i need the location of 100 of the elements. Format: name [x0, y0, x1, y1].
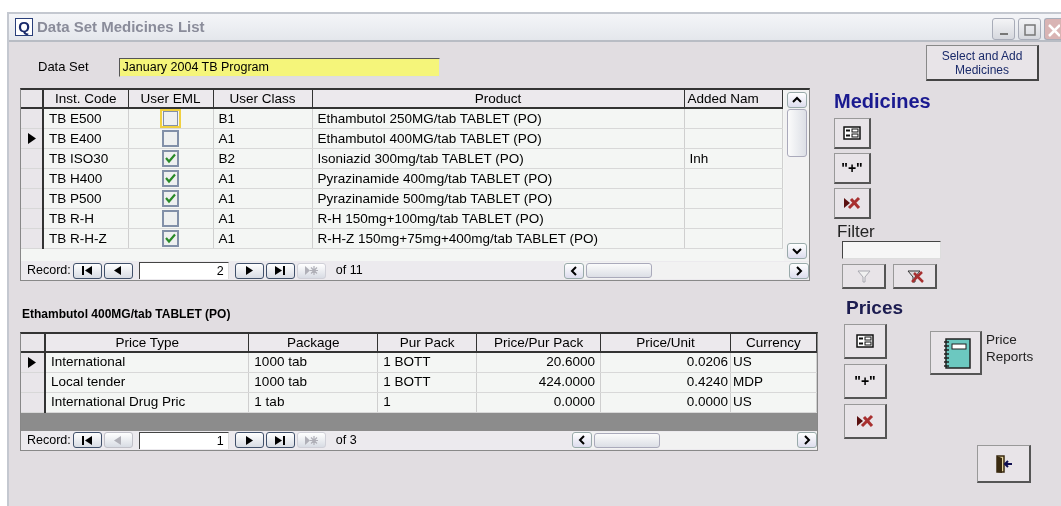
- section-heading: Ethambutol 400MG/tab TABLET (PO): [22, 306, 232, 323]
- select-all-cell[interactable]: [21, 90, 43, 108]
- column-header[interactable]: Package: [248, 334, 378, 352]
- nav-button[interactable]: [103, 262, 133, 279]
- add-record-button[interactable]: "+": [834, 153, 871, 184]
- checkbox[interactable]: [162, 190, 179, 207]
- row-selector[interactable]: [21, 128, 43, 149]
- table-cell: 1000 tab: [248, 352, 378, 372]
- nav-button[interactable]: [234, 262, 264, 279]
- first-record-icon: [79, 433, 95, 447]
- row-selector[interactable]: [21, 352, 45, 372]
- row-selector[interactable]: [21, 392, 45, 412]
- row-selector[interactable]: [21, 372, 45, 392]
- column-header[interactable]: Pur Pack: [377, 334, 477, 352]
- field-label: Data Set: [38, 58, 89, 77]
- record-number-field[interactable]: 2: [138, 262, 229, 279]
- record-label: Record:: [27, 431, 71, 449]
- column-header[interactable]: Currency: [730, 334, 817, 352]
- filter-field[interactable]: [842, 241, 941, 259]
- column-header[interactable]: Price/Unit: [600, 334, 731, 352]
- column-header[interactable]: Price/Pur Pack: [476, 334, 601, 352]
- table-cell: 0.0000: [476, 392, 601, 412]
- nav-button[interactable]: [72, 432, 102, 448]
- nav-button[interactable]: [265, 432, 295, 448]
- table-cell: 0.0000: [600, 392, 731, 412]
- add-record-button[interactable]: "+": [844, 364, 887, 399]
- scroll-right-button[interactable]: [789, 262, 809, 279]
- checkbox[interactable]: [162, 170, 179, 187]
- checkbox[interactable]: [162, 150, 179, 167]
- table-cell: TB P500: [43, 188, 128, 209]
- form-icon: [843, 126, 861, 140]
- checkbox[interactable]: [162, 230, 179, 247]
- select-add-button[interactable]: Select and Add Medicines: [926, 45, 1039, 81]
- record-number-field[interactable]: 1: [138, 431, 229, 449]
- form-view-button[interactable]: [844, 324, 887, 359]
- row-selector[interactable]: [21, 188, 43, 209]
- row-selector[interactable]: [21, 208, 43, 229]
- checkbox[interactable]: [162, 210, 179, 227]
- delete-button[interactable]: [844, 404, 887, 439]
- form-view-button[interactable]: [834, 118, 871, 149]
- row-selector[interactable]: [21, 168, 43, 189]
- table-cell: TB E400: [43, 128, 128, 149]
- delete-record-icon: [856, 414, 874, 428]
- horizontal-scrollbar[interactable]: [564, 262, 809, 279]
- row-selector[interactable]: [21, 228, 43, 249]
- app-icon: Q: [15, 18, 33, 36]
- chevron-left-icon: [570, 265, 578, 276]
- scroll-down-button[interactable]: [786, 243, 807, 259]
- exit-icon: [993, 453, 1014, 474]
- reports-button[interactable]: [930, 331, 982, 375]
- delete-record-icon: [843, 196, 861, 210]
- table-cell: B2: [213, 148, 312, 169]
- scroll-thumb[interactable]: [786, 109, 807, 157]
- remove-filter-button[interactable]: [893, 264, 937, 289]
- column-header[interactable]: Added Nam: [684, 90, 782, 108]
- minimize-button[interactable]: [992, 18, 1015, 40]
- table-cell: Pyrazinamide 400mg/tab TABLET (PO): [312, 168, 684, 189]
- filter-icon: [855, 268, 872, 284]
- field-label: Filter: [837, 223, 876, 241]
- table-cell: 1: [377, 392, 477, 412]
- vertical-scrollbar[interactable]: [784, 90, 809, 261]
- select-all-cell[interactable]: [21, 334, 45, 352]
- first-record-icon: [79, 264, 95, 277]
- table-cell: R-H-Z 150mg+75mg+400mg/tab TABLET (PO): [312, 228, 684, 249]
- chevron-right-icon: [795, 265, 803, 276]
- scroll-up-button[interactable]: [786, 92, 807, 108]
- exit-button[interactable]: [977, 445, 1031, 483]
- row-selector[interactable]: [21, 108, 43, 129]
- column-header[interactable]: Price Type: [44, 334, 249, 352]
- scroll-thumb[interactable]: [586, 263, 652, 278]
- column-header[interactable]: User EML: [128, 90, 213, 108]
- table-cell: International Drug Pric: [44, 392, 249, 412]
- section-title: Prices: [846, 297, 905, 319]
- delete-button[interactable]: [834, 188, 871, 219]
- column-header[interactable]: Product: [312, 90, 684, 108]
- nav-button[interactable]: [265, 262, 295, 279]
- maximize-button[interactable]: [1018, 18, 1041, 40]
- new-record-icon: [303, 264, 319, 277]
- current-record-icon: [26, 132, 37, 145]
- row-selector[interactable]: [21, 148, 43, 169]
- horizontal-scrollbar[interactable]: [572, 431, 817, 449]
- table-cell: Pyrazinamide 500mg/tab TABLET (PO): [312, 188, 684, 209]
- scroll-left-button[interactable]: [572, 432, 592, 448]
- table-cell: R-H 150mg+100mg/tab TABLET (PO): [312, 208, 684, 229]
- table-cell: Ethambutol 400MG/tab TABLET (PO): [312, 128, 684, 149]
- scroll-thumb[interactable]: [594, 432, 660, 448]
- table-cell: A1: [213, 228, 312, 249]
- data-set-field[interactable]: January 2004 TB Program: [118, 57, 440, 77]
- column-header[interactable]: Inst. Code: [43, 90, 128, 108]
- nav-button[interactable]: [234, 432, 264, 448]
- table-cell: 0.0206: [600, 352, 731, 372]
- nav-button[interactable]: [72, 262, 102, 279]
- record-count: of 11: [335, 262, 363, 280]
- scroll-left-button[interactable]: [564, 262, 584, 279]
- table-cell: 0.4240: [600, 372, 731, 392]
- scroll-right-button[interactable]: [797, 432, 817, 448]
- checkbox[interactable]: [162, 130, 179, 147]
- table-cell: US: [730, 392, 817, 412]
- maximize-icon: [1023, 23, 1036, 36]
- column-header[interactable]: User Class: [213, 90, 312, 108]
